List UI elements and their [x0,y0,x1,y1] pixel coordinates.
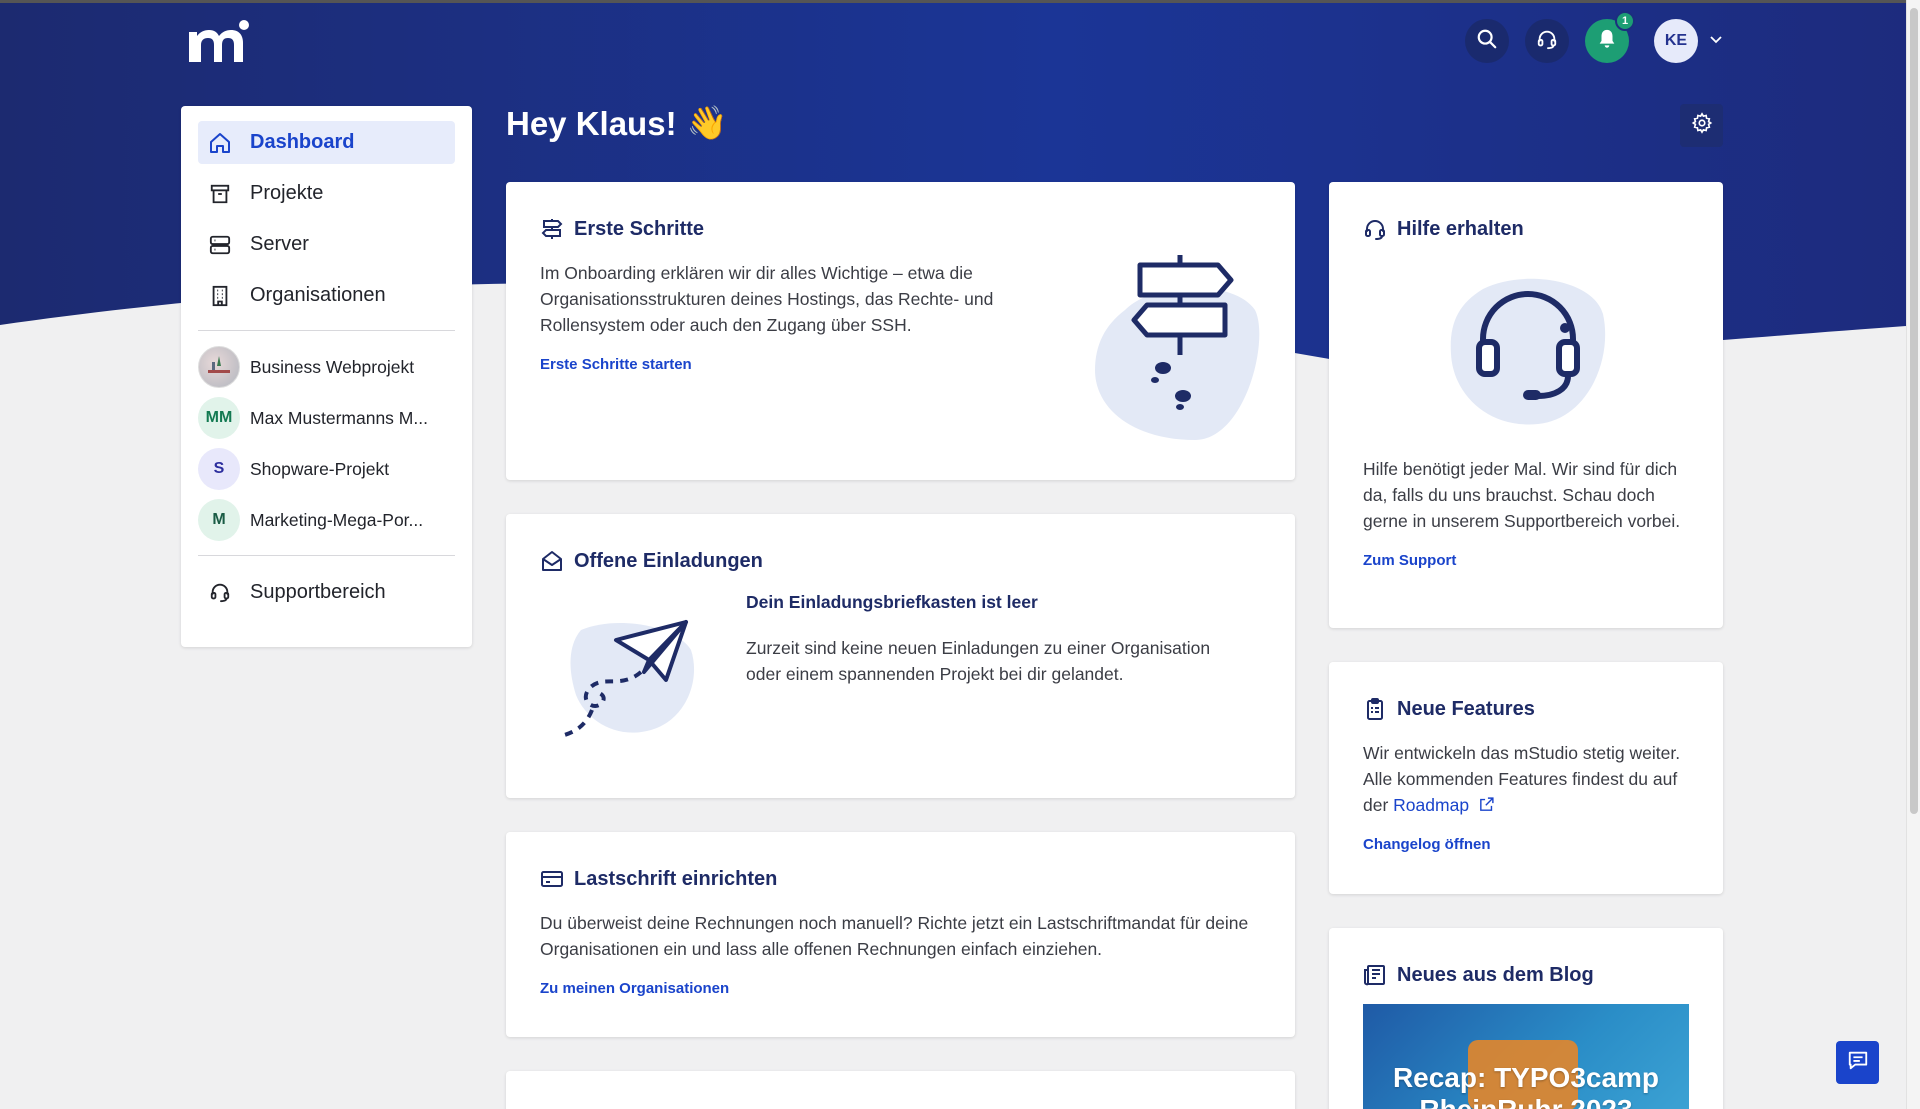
building-icon [206,282,234,310]
card-text: Hilfe benötigt jeder Mal. Wir sind für d… [1363,459,1681,531]
project-label: Shopware-Projekt [250,458,390,479]
blog-thumbnail[interactable]: Recap: TYPO3camp RheinRuhr 2023 [1363,1004,1689,1109]
headset-icon [1363,216,1389,242]
sidebar-project-business-webprojekt[interactable]: Business Webprojekt [198,345,455,389]
project-label: Business Webprojekt [250,356,415,377]
sidebar-item-supportbereich[interactable]: Supportbereich [198,570,455,614]
project-avatar: MM [198,397,240,439]
mittwald-logo[interactable] [186,18,250,66]
empty-state-text: Zurzeit sind keine neuen Einladungen zu … [746,638,1211,684]
card-text: Du überweist deine Rechnungen noch manue… [540,913,1249,959]
card-lastschrift: Lastschrift einrichten Du überweist dein… [506,832,1295,1037]
sidebar-item-server[interactable]: Server [198,223,455,266]
sidebar-item-label: Projekte [250,182,324,204]
waving-hand-icon: 👋 [686,104,728,141]
project-avatar: S [198,448,240,490]
card-blog: Neues aus dem Blog Recap: TYPO3camp Rhei… [1329,928,1723,1109]
notification-badge: 1 [1615,11,1635,31]
roadmap-link[interactable]: Roadmap [1393,795,1495,815]
external-link-icon [1474,795,1495,815]
bell-icon [1596,28,1618,55]
erste-schritte-starten-link[interactable]: Erste Schritte starten [540,356,692,373]
blog-thumbnail-text: Recap: TYPO3camp RheinRuhr 2023 [1392,1062,1660,1109]
window-top-edge [0,0,1920,3]
notifications-button[interactable]: 1 [1585,11,1635,63]
zum-support-link[interactable]: Zum Support [1363,552,1456,569]
scrollbar[interactable] [1906,0,1920,1109]
headset-icon [1536,28,1558,55]
headset-illustration [1443,264,1613,434]
card-neue-features: Neue Features Wir entwickeln das mStudio… [1329,662,1723,894]
newspaper-icon [1363,962,1389,988]
sidebar-item-label: Supportbereich [250,580,386,603]
scrollbar-thumb[interactable] [1910,8,1918,814]
card-title: Erste Schritte [540,216,1261,242]
sidebar-project-max-mustermanns[interactable]: MM Max Mustermanns M... [198,396,455,440]
empty-state-title: Dein Einladungsbriefkasten ist leer [746,592,1038,612]
project-avatar-image [198,346,240,388]
mail-open-icon [540,548,566,574]
headset-icon [206,581,234,603]
sidebar-divider [198,555,455,556]
card-title: Neues aus dem Blog [1363,962,1689,988]
card-next [506,1071,1295,1109]
chat-button[interactable] [1836,1041,1879,1084]
signpost-illustration [1085,250,1265,450]
sidebar-project-shopware[interactable]: S Shopware-Projekt [198,447,455,491]
chevron-down-icon [1708,31,1724,52]
greeting-text: Hey Klaus! [506,104,677,142]
search-icon [1476,28,1498,55]
chat-icon [1847,1049,1869,1076]
paper-plane-illustration [556,610,706,750]
card-text: Wir entwickeln das mStudio stetig weiter… [1363,743,1681,815]
dashboard-settings-button[interactable] [1680,104,1723,147]
card-text: Im Onboarding erklären wir dir alles Wic… [540,263,994,335]
clipboard-icon [1363,696,1389,722]
sidebar-divider [198,330,455,331]
sidebar-item-label: Dashboard [250,131,355,153]
card-title: Lastschrift einrichten [540,866,1261,892]
signpost-icon [540,216,566,242]
card-title: Hilfe erhalten [1363,216,1689,242]
card-title: Offene Einladungen [540,548,1261,574]
zu-meinen-organisationen-link[interactable]: Zu meinen Organisationen [540,980,729,997]
user-menu[interactable]: KE [1654,19,1724,63]
archive-icon [206,180,234,208]
support-button[interactable] [1525,19,1569,63]
search-button[interactable] [1465,19,1509,63]
card-title: Neue Features [1363,696,1689,722]
gear-icon [1691,112,1713,139]
project-label: Max Mustermanns M... [250,407,428,428]
changelog-oeffnen-link[interactable]: Changelog öffnen [1363,836,1491,853]
sidebar: Dashboard Projekte Server Organisationen… [181,106,472,647]
project-label: Marketing-Mega-Por... [250,509,424,530]
sidebar-item-organisationen[interactable]: Organisationen [198,274,455,317]
page-title: Hey Klaus! 👋 [506,104,728,143]
server-icon [206,231,234,259]
project-avatar: M [198,499,240,541]
avatar: KE [1654,19,1698,63]
sidebar-item-projekte[interactable]: Projekte [198,172,455,215]
credit-card-icon [540,866,566,892]
home-icon [206,129,234,157]
sidebar-item-label: Server [250,233,309,255]
sidebar-item-label: Organisationen [250,284,386,306]
sidebar-project-marketing[interactable]: M Marketing-Mega-Por... [198,498,455,542]
sidebar-item-dashboard[interactable]: Dashboard [198,121,455,164]
